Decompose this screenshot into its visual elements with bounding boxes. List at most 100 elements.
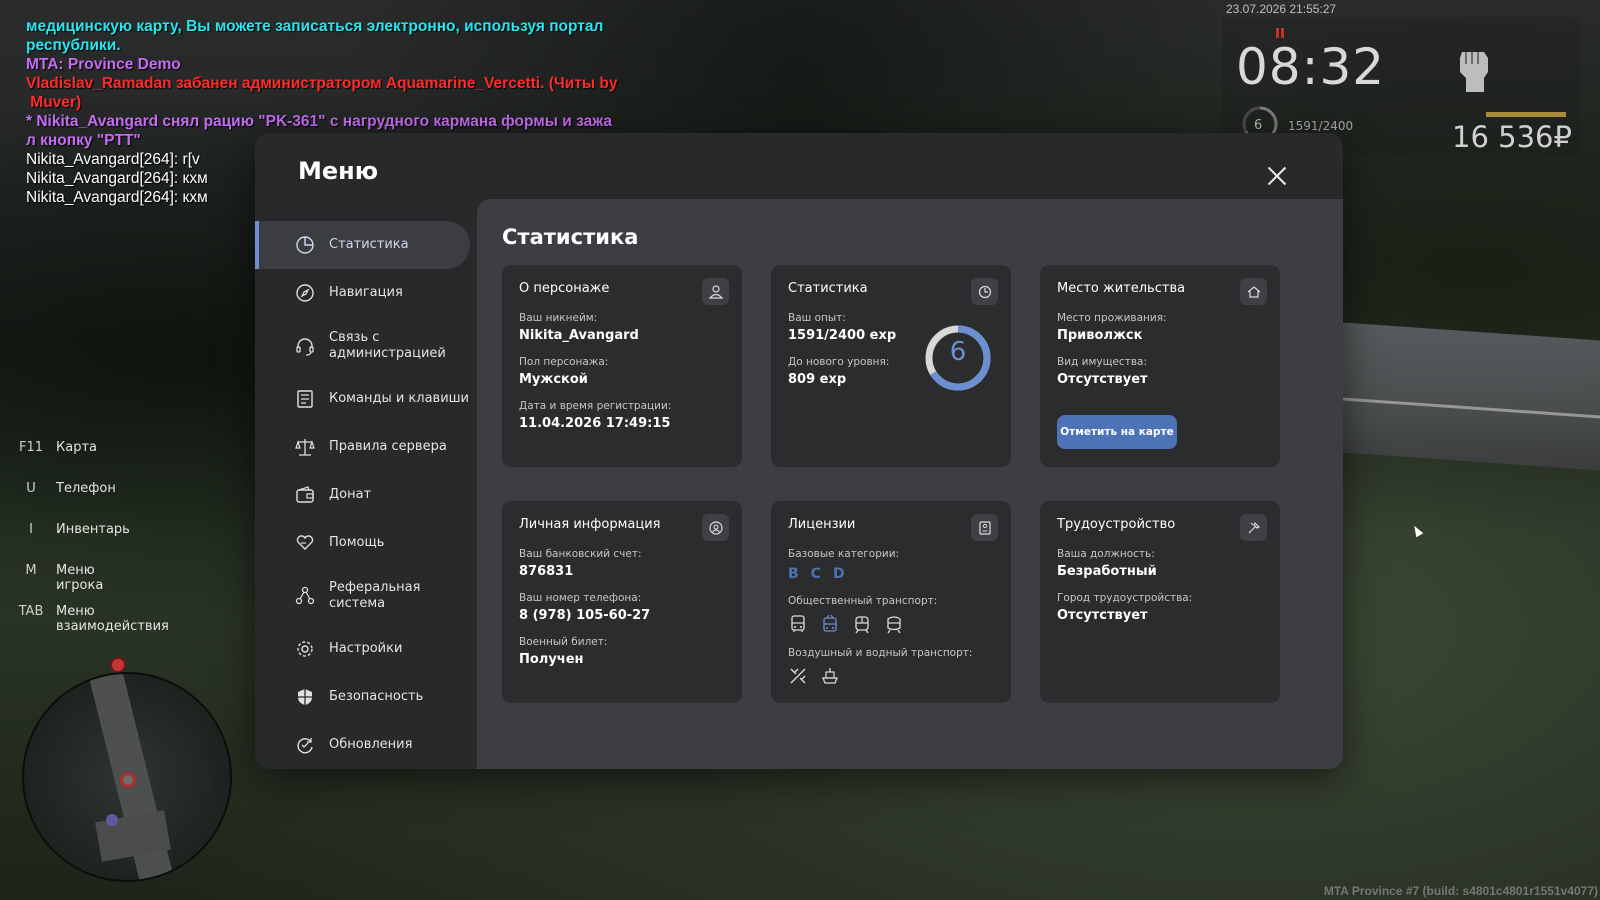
menu-title: Меню — [298, 157, 379, 185]
nav-label: Обновления — [329, 737, 413, 752]
pie-chart-icon — [296, 236, 314, 254]
hud-datetime: 23.07.2026 21:55:27 — [1226, 2, 1337, 16]
fist-icon — [1460, 52, 1488, 92]
menu-window: Меню Статистика Навигация Связь с админи… — [255, 133, 1343, 769]
field-label: Ваш банковский счет: — [519, 548, 642, 560]
hud-level: 6 — [1254, 118, 1263, 133]
property-value: Отсутствует — [1057, 372, 1148, 387]
heart-hands-icon — [296, 535, 314, 550]
card-licenses: Лицензии Базовые категории: B C D Общест… — [771, 501, 1011, 703]
wallet-icon — [296, 486, 314, 503]
person-icon — [702, 278, 729, 305]
card-employment: Трудоустройство Ваша должность: Безработ… — [1040, 501, 1280, 703]
trolleybus-icon — [823, 614, 837, 632]
close-button[interactable] — [1260, 159, 1294, 193]
level-number: 6 — [949, 337, 967, 367]
phone-value: 8 (978) 105-60-27 — [519, 608, 651, 623]
nav-item-contact-admin[interactable]: Связь с администрацией — [255, 317, 470, 375]
hint-key: U — [26, 481, 36, 496]
card-statistics: Статистика Ваш опыт: 1591/2400 exp До но… — [771, 265, 1011, 467]
headset-icon — [296, 338, 314, 356]
hint-label: Карта — [56, 440, 97, 455]
nav-label: Безопасность — [329, 689, 424, 704]
field-label: Воздушный и водный транспорт: — [788, 647, 973, 659]
hint-label: Телефон — [56, 481, 116, 496]
residence-value: Приволжск — [1057, 328, 1143, 343]
nav-label: Помощь — [329, 535, 385, 550]
hud-health-bar — [1486, 112, 1566, 117]
shield-icon — [298, 689, 312, 705]
minimap — [22, 672, 232, 882]
hud-exp: 1591/2400 — [1288, 119, 1354, 133]
field-label: Пол персонажа: — [519, 356, 609, 368]
nav-item-commands[interactable]: Команды и клавиши — [255, 375, 470, 423]
chat-line: * Nikita_Avangard снял рацию "PK-361" с … — [26, 113, 613, 130]
nav-item-statistics[interactable]: Статистика — [255, 221, 470, 269]
card-residence: Место жительства Место проживания: Приво… — [1040, 265, 1280, 467]
nav-item-referral[interactable]: Реферальная система — [255, 567, 470, 625]
hint-key: TAB — [18, 604, 44, 619]
license-category: B — [788, 566, 799, 582]
nav-label: Реферальная система — [329, 580, 421, 611]
field-label: Ваш номер телефона: — [519, 592, 642, 604]
nav-label: Навигация — [329, 285, 403, 300]
chat-line: Muver) — [26, 94, 82, 111]
license-categories: B C D — [788, 566, 994, 582]
hud-pause-indicator — [1276, 28, 1284, 38]
mark-on-map-button[interactable]: Отметить на карте — [1057, 415, 1177, 449]
air-water-transport-icons — [788, 666, 994, 686]
gender-value: Мужской — [519, 372, 588, 387]
nav-item-security[interactable]: Безопасность — [255, 673, 470, 721]
scales-icon — [295, 439, 315, 456]
nav-item-settings[interactable]: Настройки — [255, 625, 470, 673]
tools-icon — [1240, 514, 1267, 541]
chat-line: MTA: Province Demo — [26, 56, 181, 73]
chat-line: республики. — [26, 37, 121, 54]
house-icon — [1240, 278, 1267, 305]
nav-item-rules[interactable]: Правила сервера — [255, 423, 470, 471]
nav-item-updates[interactable]: Обновления — [255, 721, 470, 769]
hint-label: Инвентарь — [56, 522, 130, 537]
employment-city-value: Отсутствует — [1057, 608, 1148, 623]
card-title: О персонаже — [519, 281, 610, 296]
nav-item-help[interactable]: Помощь — [255, 519, 470, 567]
compass-icon — [296, 284, 314, 302]
military-id-value: Получен — [519, 652, 584, 667]
bus-icon — [791, 615, 805, 632]
license-category: C — [810, 566, 821, 582]
card-character: О персонаже Ваш никнейм: Nikita_Avangard… — [502, 265, 742, 467]
tram-icon — [855, 616, 869, 634]
clock-chart-icon — [971, 278, 998, 305]
game-world-road — [1300, 319, 1600, 471]
regdate-value: 11.04.2026 17:49:15 — [519, 416, 671, 431]
field-label: Вид имущества: — [1057, 356, 1147, 368]
nav-item-navigation[interactable]: Навигация — [255, 269, 470, 317]
public-transport-icons — [788, 614, 994, 634]
airplane-icon — [790, 668, 806, 684]
document-list-icon — [297, 390, 313, 408]
metro-icon — [887, 616, 901, 634]
content-title: Статистика — [502, 225, 639, 249]
hint-key: M — [25, 563, 37, 578]
minimap-player-icon — [120, 772, 136, 788]
field-label: Дата и время регистрации: — [519, 400, 672, 412]
referral-network-icon — [295, 586, 315, 605]
hud-clock: 08:32 — [1236, 38, 1386, 96]
nav-label: Донат — [329, 487, 372, 502]
boat-icon — [822, 668, 838, 684]
bank-account-value: 876831 — [519, 564, 574, 579]
chat-line: медицинскую карту, Вы можете записаться … — [26, 18, 604, 35]
hint-label: Меню игрока — [56, 563, 104, 593]
minimap-blip-icon — [106, 814, 118, 826]
stats-content: Статистика О персонаже Ваш никнейм: Niki… — [477, 199, 1343, 769]
card-title: Личная информация — [519, 517, 661, 532]
nav-item-donate[interactable]: Донат — [255, 471, 470, 519]
card-title: Место жительства — [1057, 281, 1186, 296]
nav-label: Команды и клавиши — [329, 391, 470, 406]
field-label: Военный билет: — [519, 636, 608, 648]
license-card-icon — [971, 514, 998, 541]
field-label: Ваша должность: — [1057, 548, 1155, 560]
menu-sidebar: Статистика Навигация Связь с администрац… — [255, 221, 470, 769]
refresh-check-icon — [297, 738, 313, 754]
hint-key: I — [29, 522, 33, 537]
